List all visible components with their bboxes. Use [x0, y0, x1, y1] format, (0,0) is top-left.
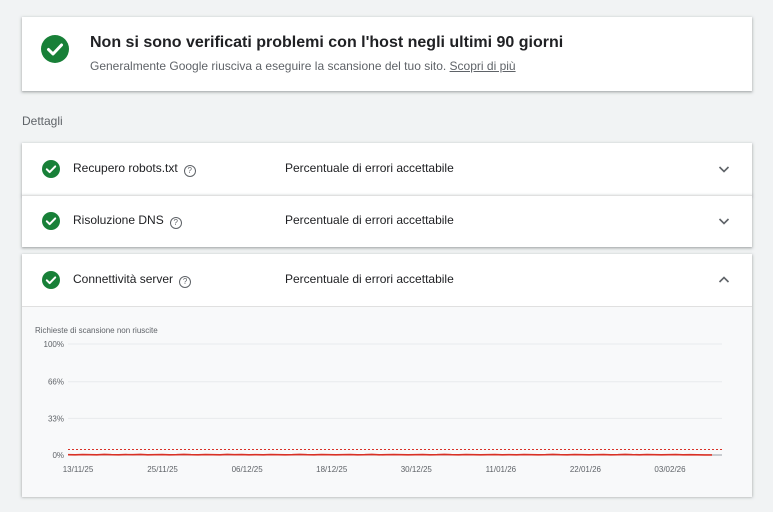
y-tick-label: 0%	[52, 451, 64, 460]
chevron-down-icon[interactable]	[718, 215, 730, 227]
row-status: Percentuale di errori accettabile	[285, 213, 454, 227]
x-tick-label: 03/02/26	[654, 465, 686, 474]
y-tick-label: 66%	[48, 378, 64, 387]
robots-fetch-row: Recupero robots.txt? Percentuale di erro…	[22, 143, 752, 195]
check-circle-icon	[41, 35, 69, 63]
chevron-down-icon[interactable]	[718, 163, 730, 175]
check-circle-icon	[42, 271, 60, 289]
row-status: Percentuale di errori accettabile	[285, 272, 454, 286]
help-icon[interactable]: ?	[183, 165, 196, 177]
row-label: Recupero robots.txt?	[73, 161, 196, 177]
status-title: Non si sono verificati problemi con l'ho…	[90, 34, 564, 51]
x-tick-label: 06/12/25	[232, 465, 264, 474]
x-tick-label: 18/12/25	[316, 465, 348, 474]
server-connectivity-panel: Connettività server? Percentuale di erro…	[22, 254, 752, 497]
row-name-text: Risoluzione DNS	[73, 213, 164, 227]
row-label: Risoluzione DNS?	[73, 213, 182, 229]
status-subtitle: Generalmente Google riusciva a eseguire …	[90, 59, 516, 73]
y-tick-label: 100%	[44, 340, 64, 349]
crawl-failures-chart: Richieste di scansione non riuscite 100%…	[22, 306, 752, 497]
robots-fetch-row-header[interactable]: Recupero robots.txt? Percentuale di erro…	[22, 143, 752, 195]
series-line	[67, 453, 712, 456]
details-label: Dettagli	[22, 114, 63, 128]
dns-resolution-row-header[interactable]: Risoluzione DNS? Percentuale di errori a…	[22, 195, 752, 247]
x-tick-label: 11/01/26	[486, 465, 517, 474]
chart-canvas: 100% 66% 33% 0% 13/11/25 25/11/25 06/12/25 18/1…	[44, 340, 722, 474]
row-status: Percentuale di errori accettabile	[285, 161, 454, 175]
learn-more-link[interactable]: Scopri di più	[450, 59, 516, 73]
chevron-up-icon[interactable]	[718, 274, 730, 286]
help-icon[interactable]: ?	[179, 276, 192, 288]
dns-resolution-row: Risoluzione DNS? Percentuale di errori a…	[22, 195, 752, 247]
host-status-card: Non si sono verificati problemi con l'ho…	[22, 17, 752, 91]
server-connectivity-row-header[interactable]: Connettività server? Percentuale di erro…	[22, 254, 752, 306]
row-name-text: Connettività server	[73, 272, 174, 286]
x-tick-label: 30/12/25	[401, 465, 433, 474]
help-icon[interactable]: ?	[169, 217, 182, 229]
x-tick-label: 13/11/25	[63, 465, 94, 474]
row-label: Connettività server?	[73, 272, 192, 288]
x-tick-label: 25/11/25	[147, 465, 178, 474]
check-circle-icon	[42, 212, 60, 230]
x-tick-label: 22/01/26	[570, 465, 602, 474]
check-circle-icon	[42, 160, 60, 178]
y-tick-label: 33%	[48, 414, 64, 423]
row-name-text: Recupero robots.txt	[73, 161, 178, 175]
status-subtitle-text: Generalmente Google riusciva a eseguire …	[90, 59, 447, 73]
